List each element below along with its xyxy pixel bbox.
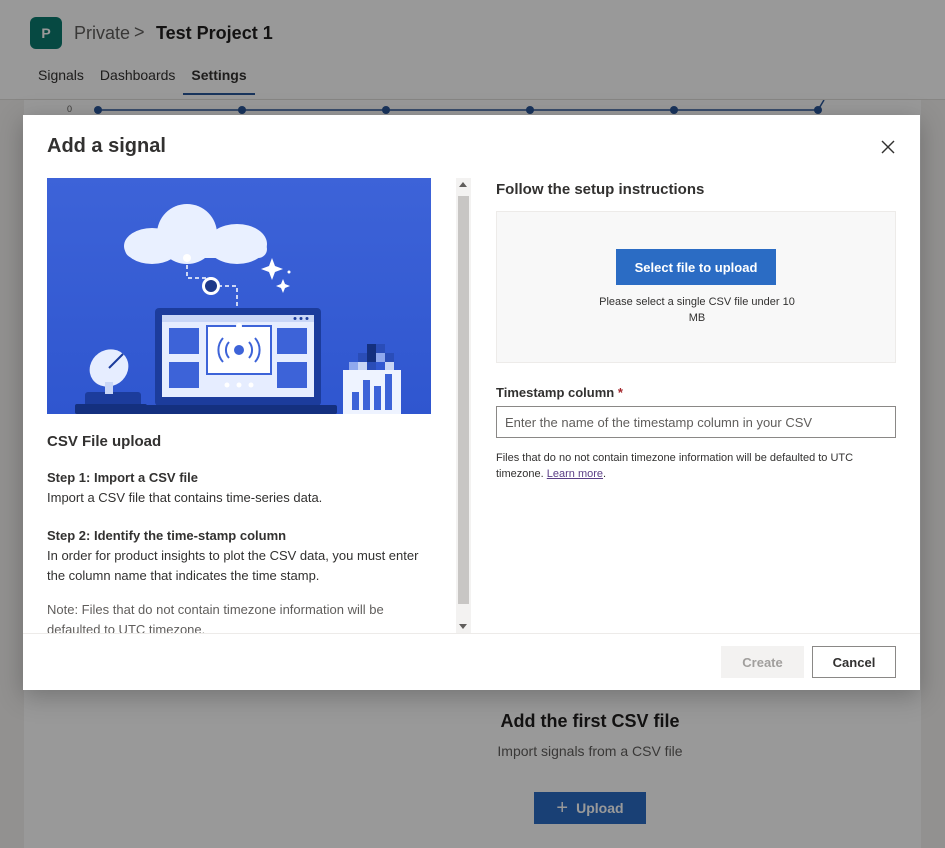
csv-upload-illustration	[47, 178, 431, 414]
timezone-help: Files that do no not contain timezone in…	[496, 450, 896, 482]
close-icon[interactable]	[878, 137, 898, 157]
footer-divider	[23, 633, 920, 634]
timestamp-label: Timestamp column *	[496, 385, 896, 400]
create-button[interactable]: Create	[721, 646, 804, 678]
instructions-scrollbar[interactable]	[456, 178, 471, 633]
required-marker: *	[617, 385, 623, 400]
timestamp-label-text: Timestamp column	[496, 385, 615, 400]
scroll-up-icon[interactable]	[459, 182, 467, 187]
select-file-button[interactable]: Select file to upload	[616, 249, 776, 285]
scroll-down-icon[interactable]	[459, 624, 467, 629]
file-size-hint: Please select a single CSV file under 10…	[599, 296, 795, 324]
timestamp-column-input[interactable]	[496, 406, 896, 438]
timezone-note: Note: Files that do not contain timezone…	[47, 602, 384, 633]
scroll-thumb[interactable]	[458, 196, 469, 604]
step1-body: Import a CSV file that contains time-ser…	[47, 490, 323, 505]
step2-body: In order for product insights to plot th…	[47, 548, 419, 583]
setup-heading: Follow the setup instructions	[496, 181, 705, 198]
cancel-button[interactable]: Cancel	[812, 646, 896, 678]
setup-pane: Follow the setup instructions Select fil…	[496, 178, 896, 482]
dialog-title: Add a signal	[47, 135, 166, 157]
add-signal-dialog: Add a signal CSV File upload Step 1: Imp…	[23, 115, 920, 690]
file-dropzone[interactable]: Select file to upload Please select a si…	[496, 211, 896, 363]
learn-more-link[interactable]: Learn more	[547, 468, 603, 480]
csv-upload-heading: CSV File upload	[47, 433, 162, 450]
step2-title: Step 2: Identify the time-stamp column	[47, 528, 287, 543]
help-suffix: .	[603, 468, 607, 480]
instructions-pane: CSV File upload Step 1: Import a CSV fil…	[47, 178, 431, 633]
step1-title: Step 1: Import a CSV file	[47, 470, 198, 485]
